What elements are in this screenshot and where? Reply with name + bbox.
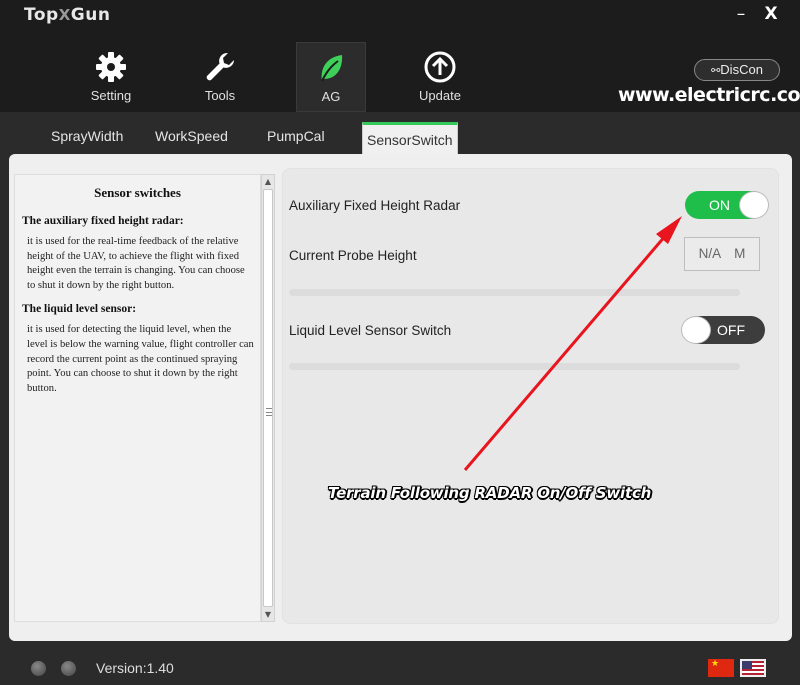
tab-workspeed[interactable]: WorkSpeed — [155, 128, 228, 144]
help-panel: Sensor switches The auxiliary fixed heig… — [14, 174, 261, 622]
nav-ag-label: AG — [321, 89, 341, 104]
nav-tools-label: Tools — [204, 88, 236, 103]
status-bar: Version:1.40 — [0, 641, 800, 685]
help-text-liquid: it is used for detecting the liquid leve… — [27, 324, 254, 394]
tab-pumpcal[interactable]: PumpCal — [267, 128, 325, 144]
close-button[interactable]: X — [760, 3, 782, 25]
wrench-icon — [206, 53, 234, 81]
probe-height-label: Current Probe Height — [289, 248, 417, 263]
toggle-knob — [739, 191, 769, 219]
upload-arrow-icon — [424, 51, 456, 83]
tab-spraywidth[interactable]: SprayWidth — [51, 128, 123, 144]
nav-ag[interactable]: AG — [296, 42, 366, 112]
probe-height-value: N/A M — [684, 237, 760, 271]
minimize-button[interactable]: – — [730, 3, 752, 25]
liquid-sensor-toggle[interactable]: OFF — [681, 316, 765, 344]
title-bar: TopXGun – X Setting Tools AG Update ⚯Dis… — [0, 0, 800, 112]
leaf-icon — [321, 55, 343, 82]
settings-panel: Auxiliary Fixed Height Radar ON Current … — [282, 168, 779, 624]
main-panel: Sensor switches The auxiliary fixed heig… — [9, 154, 792, 641]
radar-label: Auxiliary Fixed Height Radar — [289, 198, 461, 213]
help-heading-radar: The auxiliary fixed height radar: — [22, 215, 184, 227]
help-text-radar: it is used for the real-time feedback of… — [27, 236, 245, 291]
scroll-thumb[interactable] — [263, 189, 273, 607]
gear-icon — [96, 52, 126, 82]
version-label: Version:1.40 — [96, 660, 174, 676]
us-flag-icon[interactable] — [740, 659, 766, 677]
nav-tools[interactable]: Tools — [184, 42, 256, 112]
radar-toggle[interactable]: ON — [685, 191, 769, 219]
china-flag-icon[interactable] — [708, 659, 734, 677]
tab-sensorswitch[interactable]: SensorSwitch — [362, 122, 458, 154]
disconnect-button[interactable]: ⚯DisCon — [694, 59, 780, 81]
status-led-icon — [31, 661, 46, 676]
annotation-caption: Terrain Following RADAR On/Off Switch — [328, 484, 652, 502]
nav-update[interactable]: Update — [404, 42, 476, 112]
divider — [289, 289, 740, 296]
help-heading-liquid: The liquid level sensor: — [22, 303, 137, 316]
status-led-icon — [61, 661, 76, 676]
nav-setting-label: Setting — [90, 88, 132, 103]
scroll-down-icon[interactable]: ▼ — [262, 610, 274, 619]
help-scrollbar[interactable]: ▲ ▼ — [261, 174, 275, 622]
radar-toggle-state: ON — [709, 197, 730, 213]
app-logo: TopXGun — [24, 5, 111, 25]
nav-setting[interactable]: Setting — [75, 42, 147, 112]
watermark: www.electricrc.co.kr — [618, 84, 800, 106]
sub-tab-bar: SprayWidth WorkSpeed PumpCal SensorSwitc… — [0, 112, 800, 154]
scroll-up-icon[interactable]: ▲ — [262, 177, 274, 186]
grip-icon — [266, 408, 272, 416]
unlink-icon: ⚯ — [711, 65, 721, 77]
disconnect-label: DisCon — [720, 62, 763, 77]
liquid-sensor-label: Liquid Level Sensor Switch — [289, 323, 452, 338]
help-title: Sensor switches — [94, 185, 181, 200]
liquid-toggle-state: OFF — [717, 322, 745, 338]
divider — [289, 363, 740, 370]
nav-update-label: Update — [419, 88, 461, 103]
toggle-knob — [681, 316, 711, 344]
